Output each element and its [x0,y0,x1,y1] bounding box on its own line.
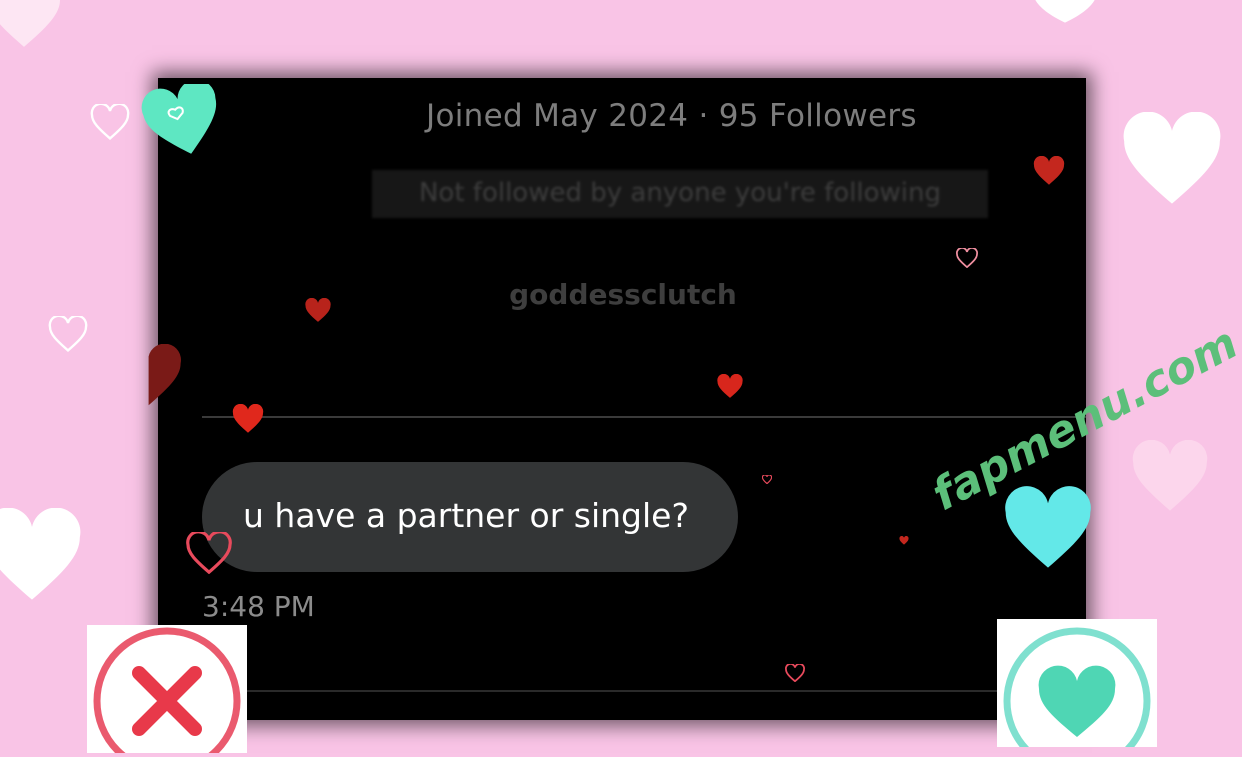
profile-not-followed-note: Not followed by anyone you're following [372,170,988,218]
bg-heart-icon [1132,440,1208,511]
message-panel: Joined May 2024 · 95 Followers Not follo… [158,78,1086,720]
red-heart-icon [717,374,743,398]
bg-heart-icon [90,104,130,140]
profile-joined-followers: Joined May 2024 · 95 Followers [426,98,917,134]
red-heart-icon [148,344,181,406]
bg-heart-icon [0,508,81,600]
profile-username[interactable]: goddessclutch [498,278,748,311]
message-text: u have a partner or single? [243,496,689,535]
x-icon [93,627,241,757]
message-bubble[interactable]: u have a partner or single? [202,462,738,572]
heart-outline-icon [186,532,232,574]
cyan-heart-icon [1005,486,1091,568]
divider [202,416,1086,418]
cyan-heart-icon [141,84,217,154]
bg-heart-icon [0,0,60,47]
heart-icon [1003,627,1151,757]
bg-heart-icon [1123,112,1221,204]
red-heart-icon [899,536,909,545]
divider [202,690,1086,692]
heart-outline-icon [762,475,772,484]
message-timestamp: 3:48 PM [202,590,315,623]
bg-heart-icon [1035,0,1095,23]
heart-outline-icon [785,664,805,682]
bg-heart-icon [48,316,88,352]
reject-button[interactable] [87,625,247,757]
like-button[interactable] [997,619,1157,757]
red-heart-icon [232,404,264,433]
heart-outline-icon [956,248,978,268]
red-heart-icon [305,298,331,322]
red-heart-icon [1033,156,1065,185]
